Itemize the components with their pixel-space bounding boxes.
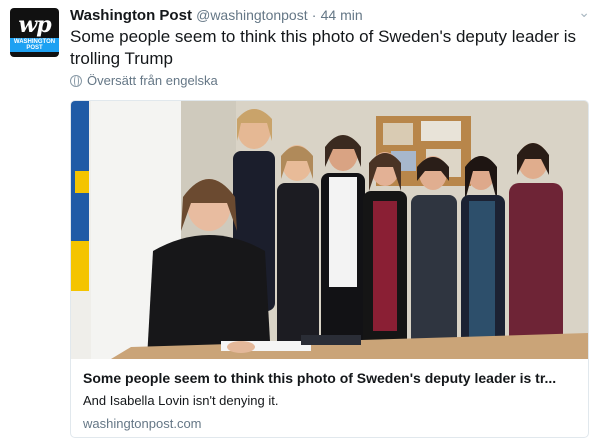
card-description: And Isabella Lovin isn't denying it. [83,393,279,408]
tweet-time[interactable]: 44 min [321,7,363,23]
card-photo [71,101,588,359]
author-handle[interactable]: @washingtonpost [196,7,308,23]
tweet-text: Some people seem to think this photo of … [70,27,576,68]
tweet-header: Washington Post @washingtonpost · 44 min [70,5,363,26]
card-title[interactable]: Some people seem to think this photo of … [83,369,576,387]
meta-separator: · [311,7,317,23]
avatar[interactable]: wp WASHINGTON POST [10,8,59,57]
globe-icon [70,74,82,87]
translate-label: Översätt från engelska [87,73,218,88]
translate-link[interactable]: Översätt från engelska [70,73,218,88]
avatar-label: WASHINGTON POST [10,37,59,52]
card-image [71,101,588,359]
chevron-down-icon[interactable]: ⌄ [578,4,590,21]
author-name[interactable]: Washington Post [70,7,192,24]
link-card[interactable]: Some people seem to think this photo of … [70,100,589,438]
card-body: Some people seem to think this photo of … [71,359,588,437]
card-domain[interactable]: washingtonpost.com [83,415,576,433]
washington-post-logo: wp [18,11,51,38]
